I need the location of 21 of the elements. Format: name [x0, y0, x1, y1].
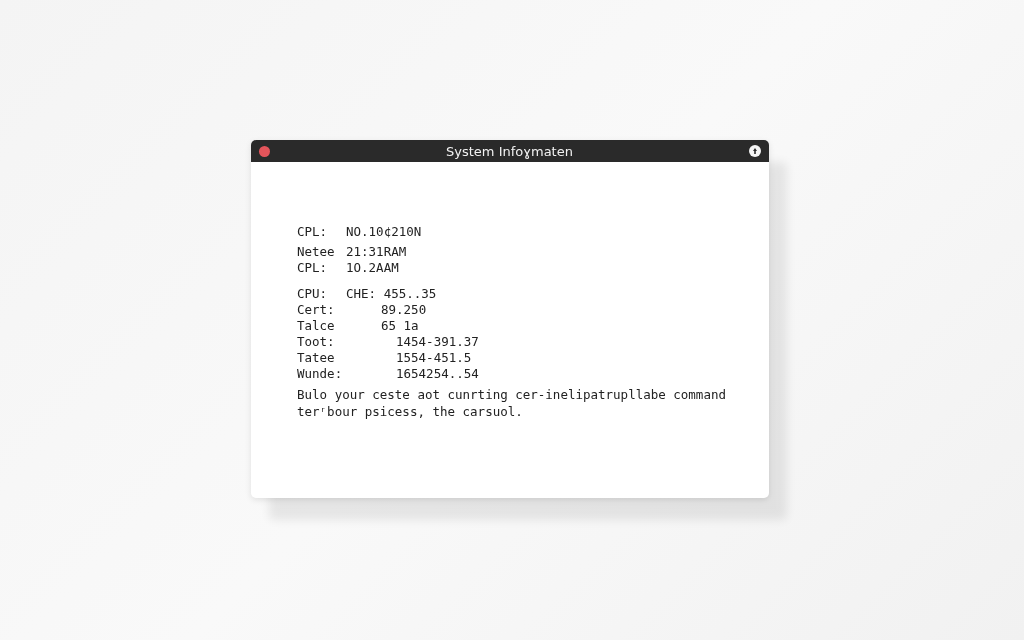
close-button[interactable]	[259, 145, 270, 157]
field-value: 89.250	[381, 302, 427, 318]
field-value: 65 1a	[381, 318, 419, 334]
field-value: 1654254..54	[396, 366, 479, 382]
field-value: CHE: 455..35	[346, 286, 437, 302]
field-label: CPU:	[297, 286, 329, 302]
field-value: NO.10¢210N	[346, 224, 422, 240]
field-value: 21:31RAM	[346, 244, 407, 260]
field-label: CPL:	[297, 224, 329, 240]
field-label: Netee	[297, 244, 336, 260]
field-label: Tatee	[297, 350, 336, 366]
field-label: CPL:	[297, 260, 329, 276]
field-value: 1454-391.37	[396, 334, 479, 350]
field-label: Talce	[297, 318, 336, 334]
field-value: 1O.2ΑAM	[346, 260, 399, 276]
field-label: Cert:	[297, 302, 336, 318]
message-text: Bulo your ceste aot cunrting cer-inelipatrupllabe command terʳbour psicess, the carsuol.	[297, 386, 727, 420]
window-title: System Infoɣmaten	[445, 143, 574, 159]
field-value: 1554-451.5	[396, 350, 472, 366]
field-label: Wunde:	[297, 366, 344, 382]
field-label: Toot:	[297, 334, 336, 350]
